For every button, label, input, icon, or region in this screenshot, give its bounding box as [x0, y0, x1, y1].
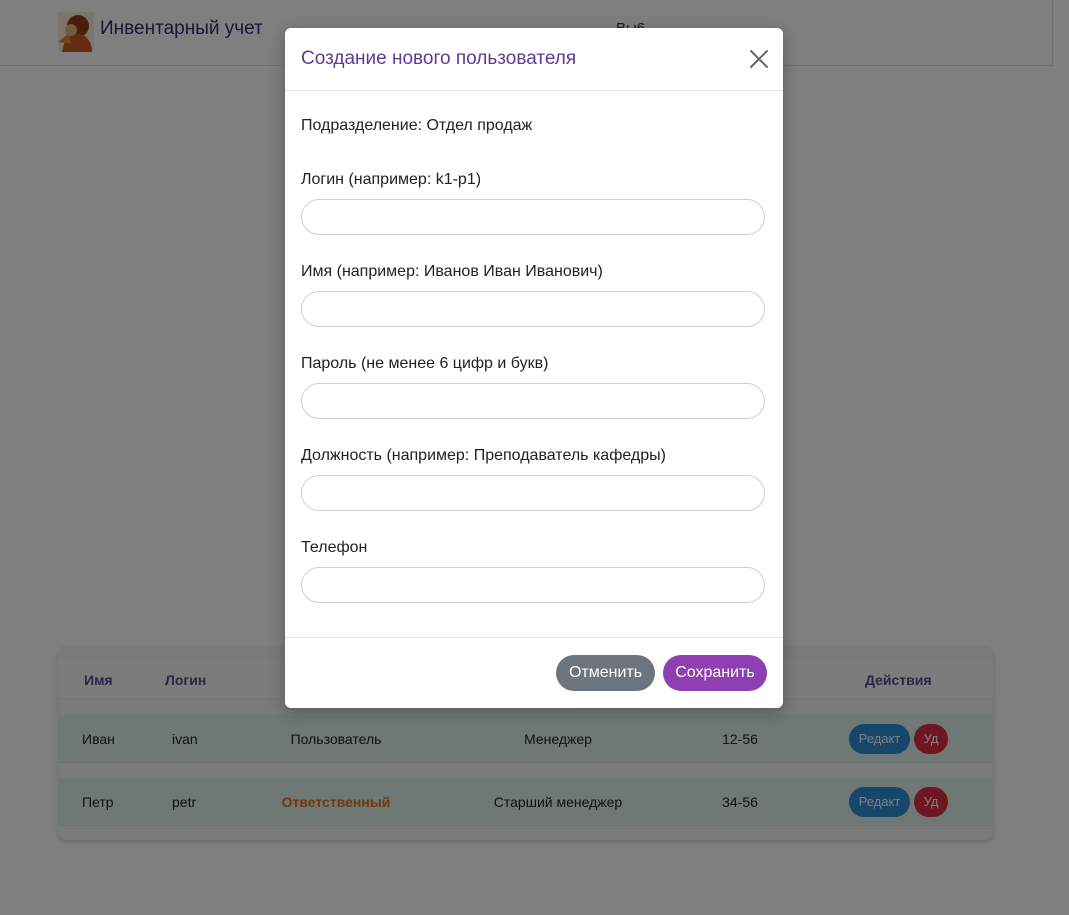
modal-header: Создание нового пользователя [285, 28, 783, 91]
password-label: Пароль (не менее 6 цифр и букв) [301, 355, 549, 372]
position-label: Должность (например: Преподаватель кафед… [301, 447, 666, 464]
close-icon[interactable] [748, 48, 770, 70]
login-label: Логин (например: k1-p1) [301, 171, 482, 188]
save-button[interactable]: Сохранить [663, 655, 767, 691]
phone-label: Телефон [301, 539, 368, 556]
create-user-modal: Создание нового пользователя Подразделен… [285, 28, 783, 708]
position-input[interactable] [301, 475, 765, 511]
name-label: Имя (например: Иванов Иван Иванович) [301, 263, 603, 280]
modal-footer: Отменить Сохранить [285, 637, 783, 709]
department-label: Подразделение: Отдел продаж [301, 117, 533, 134]
cancel-button[interactable]: Отменить [556, 655, 655, 691]
login-input[interactable] [301, 199, 765, 235]
phone-input[interactable] [301, 567, 765, 603]
password-input[interactable] [301, 383, 765, 419]
name-input[interactable] [301, 291, 765, 327]
modal-title: Создание нового пользователя [301, 48, 577, 69]
